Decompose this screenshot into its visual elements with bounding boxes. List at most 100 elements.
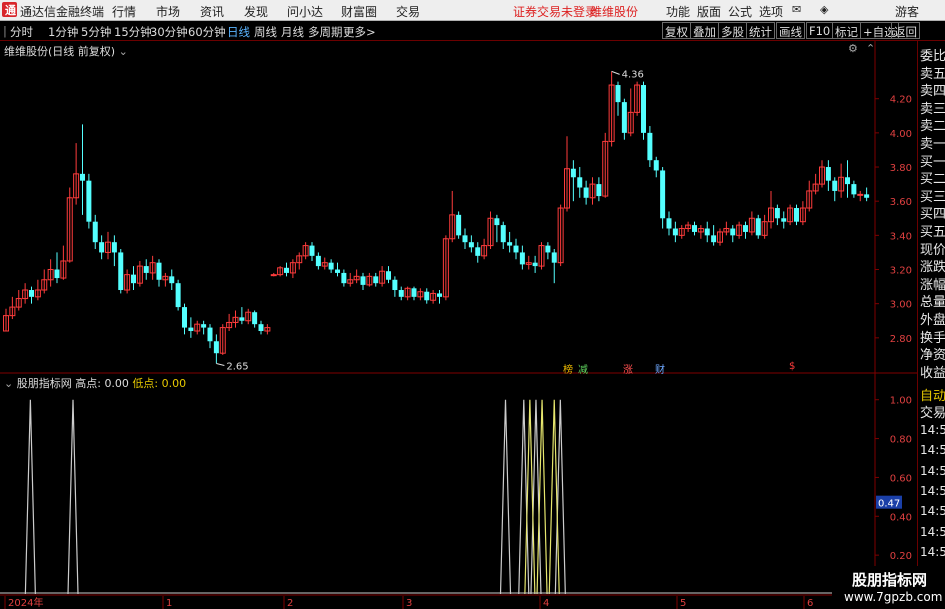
- candle-body: [373, 276, 379, 284]
- side-quote-label: 外盘: [920, 313, 945, 328]
- chart-canvas[interactable]: 4.20 4.00 3.80 3.60 3.40 3.20 3.00 2.80 4.36 2.65…: [0, 0, 945, 609]
- side-trade-time: 14:56: [920, 463, 945, 478]
- candle-body: [213, 341, 219, 354]
- candle-body: [774, 208, 780, 219]
- date-axis-label: 5: [680, 598, 686, 609]
- side-quote-label: 卖四: [920, 84, 945, 100]
- chart-title: 维维股份(日线 前复权) ⌄: [4, 43, 128, 59]
- candle-body: [207, 327, 213, 342]
- candle-body: [284, 267, 289, 273]
- side-trade-label[interactable]: 交易: [920, 402, 945, 421]
- indicator-current-value: 0.47: [878, 499, 900, 510]
- candle-body: [825, 167, 831, 181]
- candle-body: [621, 102, 627, 133]
- candle-body: [270, 274, 277, 277]
- indicator-spike: [499, 399, 512, 595]
- annotation-dollar[interactable]: $: [789, 361, 795, 372]
- candle-body: [239, 317, 245, 321]
- candle-body: [92, 221, 98, 243]
- annotation-finance[interactable]: 财: [655, 361, 665, 376]
- candle-body: [864, 194, 870, 198]
- candle-body: [519, 252, 525, 265]
- side-trade-time: 14:56: [920, 443, 945, 458]
- candle-body: [545, 245, 551, 253]
- indicator-name[interactable]: 股朋指标网: [17, 377, 72, 390]
- candle-body: [175, 283, 181, 308]
- watermark-title: 股朋指标网: [852, 571, 928, 589]
- candle-body: [647, 132, 653, 161]
- annotation-rise[interactable]: 涨: [623, 361, 633, 376]
- indicator-high-label: 高点:: [75, 377, 101, 390]
- candle-body: [615, 85, 621, 103]
- candle-body: [532, 262, 538, 267]
- candle-body: [315, 255, 321, 267]
- indicator-axis-label: 0.40: [890, 512, 912, 523]
- high-marker-label: 4.36: [622, 69, 644, 80]
- low-marker-line: [216, 362, 225, 366]
- annotation-rank[interactable]: 榜: [563, 361, 573, 376]
- indicator-spike: [67, 399, 79, 595]
- candle-body: [437, 293, 442, 297]
- candle-body: [392, 279, 398, 291]
- side-quote-label: 卖一: [920, 137, 945, 152]
- candle-body: [143, 266, 149, 273]
- candle-body: [86, 180, 92, 222]
- candle-body: [781, 218, 787, 222]
- date-axis-label: 2024年: [8, 596, 43, 609]
- side-trade-time: 14:56: [920, 524, 945, 539]
- annotation-reduce[interactable]: 减: [578, 361, 588, 376]
- indicator-header: ⌄ 股朋指标网 高点: 0.00 低点: 0.00: [4, 375, 186, 391]
- candle-body: [596, 184, 602, 197]
- side-quote-label: 净资: [920, 348, 945, 364]
- candle-body: [182, 307, 187, 328]
- indicator-menu-icon[interactable]: ⌄: [4, 377, 13, 390]
- side-quote-label: 买三: [920, 189, 945, 205]
- date-axis-label: 3: [406, 598, 412, 609]
- side-quote-label: 委比: [920, 49, 945, 64]
- candle-body: [54, 269, 60, 279]
- chart-title-text: 维维股份(日线 前复权): [4, 45, 116, 58]
- date-axis-label: 4: [543, 598, 549, 609]
- candle-body: [500, 225, 506, 243]
- side-quote-label: 卖三: [920, 101, 945, 117]
- price-axis-label: 4.00: [890, 129, 912, 140]
- side-quote-label: 涨跌: [920, 260, 945, 276]
- candle-body: [99, 242, 105, 253]
- candle-body: [341, 272, 347, 284]
- candle-body: [494, 218, 500, 226]
- candle-body: [258, 324, 264, 332]
- candle-body: [507, 242, 513, 246]
- side-quote-label: 现价: [920, 242, 945, 258]
- candle-body: [188, 327, 194, 332]
- candle-body: [513, 245, 519, 253]
- indicator-low-value: 0.00: [161, 377, 187, 390]
- side-quote-label: 卖二: [920, 119, 945, 135]
- side-trade-time: 14:56: [920, 544, 945, 559]
- candle-body: [794, 208, 799, 222]
- candle-body: [111, 242, 117, 253]
- side-quote-label: 买五: [920, 225, 945, 240]
- side-trade-time: 14:56: [920, 423, 945, 437]
- candle-body: [456, 214, 462, 236]
- price-axis-label: 2.80: [890, 334, 912, 345]
- title-dropdown-icon[interactable]: ⌄: [119, 45, 128, 58]
- candle-body: [335, 269, 340, 273]
- settings-gear-icon[interactable]: ⚙: [848, 42, 858, 55]
- candle-body: [704, 228, 710, 236]
- candle-body: [583, 187, 589, 198]
- candle-body: [201, 324, 207, 328]
- side-quote-label: 卖五: [920, 66, 945, 82]
- candle-body: [118, 252, 124, 291]
- price-axis-label: 4.20: [890, 95, 912, 106]
- candle-body: [475, 247, 481, 256]
- side-quote-label: 买四: [920, 207, 945, 223]
- indicator-axis-label: 0.20: [890, 551, 912, 562]
- candle-body: [832, 180, 838, 191]
- side-trade-time: 14:56: [920, 504, 945, 519]
- collapse-icon[interactable]: ⌃: [866, 42, 875, 55]
- indicator-low-label: 低点:: [132, 377, 159, 390]
- candle-body: [641, 85, 646, 133]
- candle-body: [360, 276, 366, 285]
- candle-body: [328, 262, 334, 270]
- candle-body: [398, 290, 404, 297]
